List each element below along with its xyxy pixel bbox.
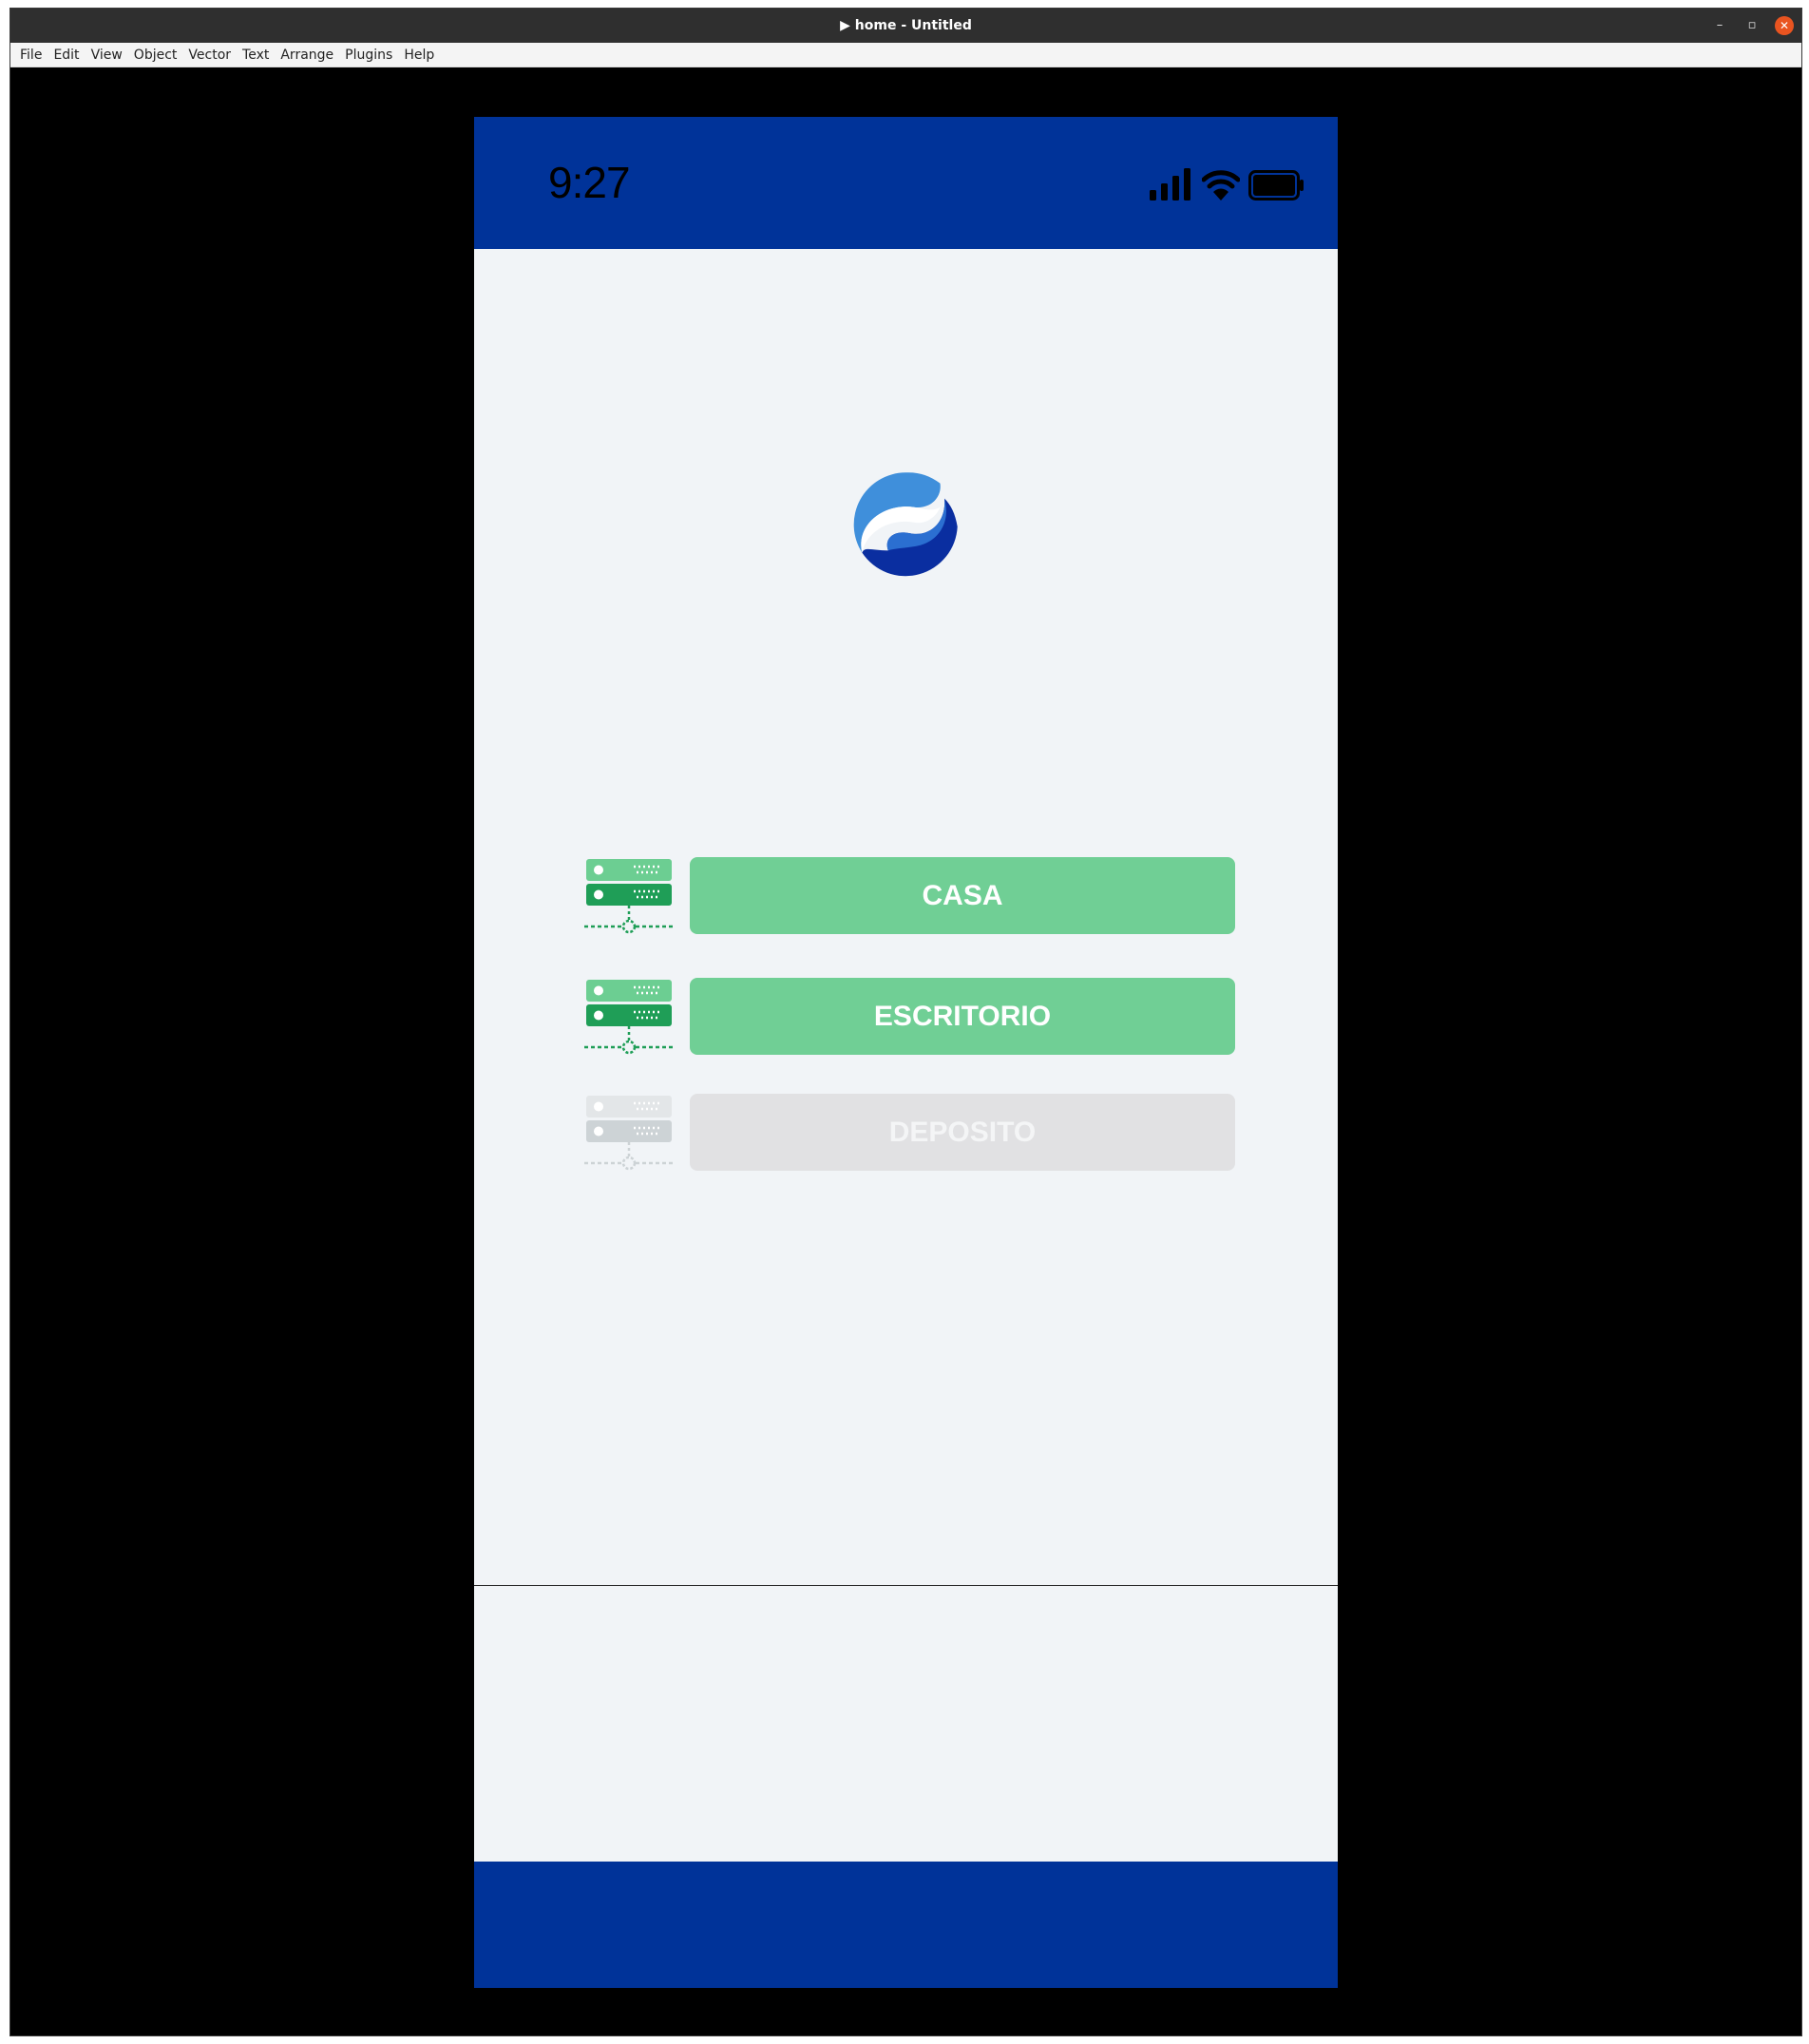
wifi-icon (1202, 170, 1240, 201)
title-bar: ▶ home - Untitled – ▫ ✕ (10, 9, 1801, 43)
menu-vector[interactable]: Vector (182, 43, 237, 67)
logo-icon (852, 471, 959, 578)
menu-file[interactable]: File (14, 43, 48, 67)
server-icon (584, 859, 674, 934)
server-icon (584, 980, 674, 1055)
escritorio-button[interactable]: ESCRITORIO (690, 978, 1235, 1055)
menu-text[interactable]: Text (237, 43, 275, 67)
divider (474, 1585, 1338, 1586)
maximize-button[interactable]: ▫ (1742, 16, 1761, 35)
server-icon (584, 1096, 674, 1171)
phone-canvas: 9:27 CASA ESCRITORIO DEPOSITO (474, 117, 1338, 1988)
window-title: ▶ home - Untitled (840, 18, 972, 33)
menu-edit[interactable]: Edit (48, 43, 85, 67)
bottom-bar (474, 1862, 1338, 1988)
minimize-button[interactable]: – (1710, 16, 1729, 35)
location-row-casa: CASA (584, 857, 1239, 935)
menu-view[interactable]: View (86, 43, 128, 67)
casa-button[interactable]: CASA (690, 857, 1235, 934)
location-row-escritorio: ESCRITORIO (584, 978, 1239, 1056)
status-bar: 9:27 (474, 117, 1338, 249)
app-window: ▶ home - Untitled – ▫ ✕ File Edit View Obje… (10, 8, 1802, 2036)
location-row-deposito: DEPOSITO (584, 1094, 1239, 1172)
menu-arrange[interactable]: Arrange (275, 43, 339, 67)
menu-plugins[interactable]: Plugins (339, 43, 398, 67)
battery-icon (1248, 170, 1304, 201)
menu-help[interactable]: Help (398, 43, 440, 67)
menu-object[interactable]: Object (128, 43, 183, 67)
menu-bar: File Edit View Object Vector Text Arrange Plugi… (10, 43, 1801, 67)
signal-icon (1150, 168, 1190, 201)
close-button[interactable]: ✕ (1775, 16, 1794, 35)
deposito-button[interactable]: DEPOSITO (690, 1094, 1235, 1171)
status-time: 9:27 (548, 158, 631, 207)
